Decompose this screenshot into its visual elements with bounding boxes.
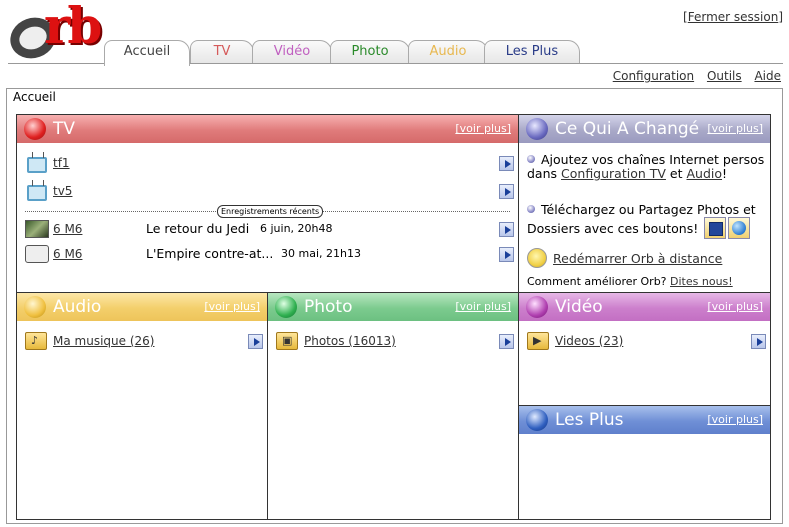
audio-orb-icon — [24, 296, 46, 318]
breadcrumb: Accueil — [13, 90, 56, 104]
tab-les-plus[interactable]: Les Plus — [484, 40, 580, 64]
recordings-label: Enregistrements récents — [217, 205, 324, 218]
play-arrow-icon[interactable] — [499, 222, 514, 237]
share-globe-icon[interactable] — [728, 217, 751, 239]
photo-voir-plus[interactable]: [voir plus] — [455, 293, 511, 321]
help-link[interactable]: Aide — [754, 69, 781, 83]
recording-thumbnail — [25, 220, 49, 238]
tab-accueil[interactable]: Accueil — [104, 40, 190, 66]
film-reel-icon — [25, 245, 49, 263]
tab-tv[interactable]: TV — [190, 40, 254, 64]
audio-link[interactable]: Audio — [687, 166, 723, 181]
tab-audio[interactable]: Audio — [408, 40, 488, 64]
tab-photo[interactable]: Photo — [330, 40, 410, 64]
audio-panel-header: Audio [voir plus] — [17, 293, 267, 321]
recording-row[interactable]: 6 M6 L'Empire contre-at... 30 mai, 21h13 — [25, 244, 515, 264]
changes-panel: Ce Qui A Changé [voir plus] Ajoutez vos … — [518, 114, 771, 294]
music-folder-icon: ♪ — [25, 332, 47, 350]
logo-text: rb — [44, 0, 102, 55]
lightbulb-icon — [527, 248, 547, 268]
orb-logo: rb — [4, 0, 104, 65]
les-plus-panel: Les Plus [voir plus] — [518, 405, 771, 520]
tv-icon — [27, 157, 47, 173]
audio-item-row[interactable]: ♪ Ma musique (26) — [25, 331, 265, 351]
les-plus-panel-header: Les Plus [voir plus] — [519, 406, 770, 434]
photo-folder-icon: ▣ — [276, 332, 298, 350]
tv-orb-icon — [24, 118, 46, 140]
dashboard-grid: TV [voir plus] tf1 tv5 Enregistrements r… — [16, 114, 771, 520]
tv-panel: TV [voir plus] tf1 tv5 Enregistrements r… — [16, 114, 519, 294]
news-item: Téléchargez ou Partagez Photos et Dossie… — [527, 203, 770, 239]
play-arrow-icon[interactable] — [248, 334, 263, 349]
photo-panel-header: Photo [voir plus] — [268, 293, 518, 321]
tools-link[interactable]: Outils — [707, 69, 742, 83]
video-item-row[interactable]: ▶ Videos (23) — [527, 331, 767, 351]
tv-panel-header: TV [voir plus] — [17, 115, 518, 143]
news-item: Ajoutez vos chaînes Internet persos dans… — [527, 152, 765, 181]
play-arrow-icon[interactable] — [499, 184, 514, 199]
play-arrow-icon[interactable] — [499, 156, 514, 171]
tv-voir-plus[interactable]: [voir plus] — [455, 115, 511, 143]
audio-voir-plus[interactable]: [voir plus] — [204, 293, 260, 321]
photo-panel: Photo [voir plus] ▣ Photos (16013) — [267, 292, 519, 520]
video-panel: Vidéo [voir plus] ▶ Videos (23) — [518, 292, 771, 407]
logout-link[interactable]: [Fermer session] — [683, 10, 783, 24]
configuration-link[interactable]: Configuration — [613, 69, 694, 83]
les-plus-voir-plus[interactable]: [voir plus] — [707, 406, 763, 434]
changes-voir-plus[interactable]: [voir plus] — [707, 115, 763, 143]
video-folder-icon: ▶ — [527, 332, 549, 350]
video-panel-header: Vidéo [voir plus] — [519, 293, 770, 321]
photo-item-row[interactable]: ▣ Photos (16013) — [276, 331, 516, 351]
les-plus-orb-icon — [526, 409, 548, 431]
tell-us-link[interactable]: Dites nous! — [670, 275, 733, 288]
config-tv-link[interactable]: Configuration TV — [561, 166, 666, 181]
recording-row[interactable]: 6 M6 Le retour du Jedi 6 juin, 20h48 — [25, 219, 515, 239]
channel-row[interactable]: tv5 — [25, 181, 515, 201]
upload-save-icon[interactable] — [704, 217, 727, 239]
video-voir-plus[interactable]: [voir plus] — [707, 293, 763, 321]
play-arrow-icon[interactable] — [499, 247, 514, 262]
changes-orb-icon — [526, 118, 548, 140]
bullet-icon — [527, 155, 535, 163]
audio-panel: Audio [voir plus] ♪ Ma musique (26) — [16, 292, 268, 520]
feedback-row: Comment améliorer Orb? Dites nous! — [527, 275, 733, 288]
play-arrow-icon[interactable] — [499, 334, 514, 349]
tab-video[interactable]: Vidéo — [252, 40, 332, 64]
restart-row[interactable]: Redémarrer Orb à distance — [527, 248, 770, 268]
tv-icon — [27, 185, 47, 201]
photo-orb-icon — [275, 296, 297, 318]
secondary-nav: Configuration Outils Aide — [604, 69, 781, 83]
play-arrow-icon[interactable] — [751, 334, 766, 349]
channel-row[interactable]: tf1 — [25, 153, 515, 173]
changes-panel-header: Ce Qui A Changé [voir plus] — [519, 115, 770, 143]
video-orb-icon — [526, 296, 548, 318]
bullet-icon — [527, 205, 535, 213]
